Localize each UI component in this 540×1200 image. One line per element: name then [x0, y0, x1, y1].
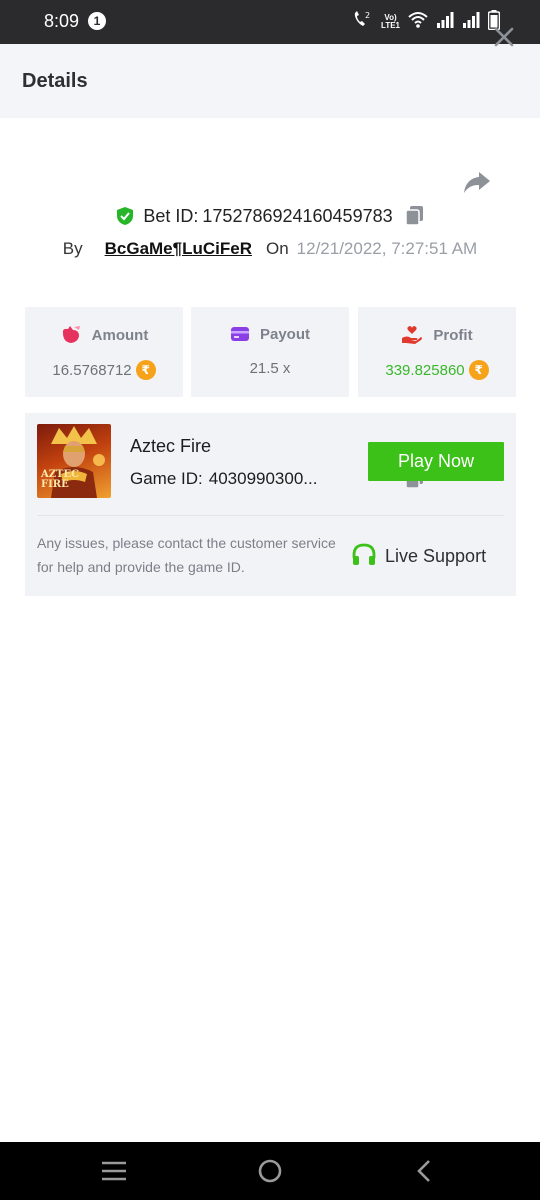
amount-label: Amount: [91, 326, 149, 344]
game-thumbnail-label: AZTEC FIRE: [41, 469, 80, 490]
on-label: On: [265, 239, 289, 258]
status-icons: 2 Vo) LTE1: [351, 9, 501, 35]
rupee-coin-icon: ₹: [468, 360, 489, 380]
profit-value: 339.825860: [385, 361, 465, 379]
username-link[interactable]: BcGaMe¶LuCiFeR: [105, 239, 252, 259]
signal-icon: [462, 11, 480, 33]
bet-id-label: Bet ID:: [143, 205, 199, 226]
page-title: Details: [22, 70, 88, 92]
rupee-coin-icon: ₹: [135, 360, 156, 380]
profit-card: Profit 339.825860 ₹: [358, 307, 516, 397]
system-nav-bar: [0, 1142, 540, 1200]
payout-card: Payout 21.5 x: [191, 307, 349, 397]
game-name: Aztec Fire: [130, 436, 212, 456]
amount-value: 16.5768712: [52, 361, 132, 379]
wifi-icon: [408, 11, 428, 34]
money-bag-icon: [62, 326, 80, 343]
live-support-button[interactable]: Live Support: [351, 539, 486, 573]
bet-date: 12/21/2022, 7:27:51 AM: [296, 239, 478, 258]
bet-id-row: Bet ID: 1752786924160459783: [0, 205, 540, 227]
copy-bet-id-button[interactable]: [404, 205, 425, 227]
home-circle-icon[interactable]: [257, 1158, 283, 1189]
share-button[interactable]: [462, 167, 492, 197]
bet-owner-row: By BcGaMe¶LuCiFeR On 12/21/2022, 7:27:51…: [0, 239, 540, 259]
payout-value: 21.5 x: [249, 360, 291, 377]
wifi-calling-icon: 2: [351, 10, 373, 35]
menu-icon[interactable]: [100, 1159, 128, 1188]
signal-icon: [436, 11, 454, 33]
by-label: By: [62, 239, 83, 258]
game-id-label: Game ID:: [130, 469, 203, 488]
volte-icon: Vo) LTE1: [381, 13, 400, 30]
back-icon[interactable]: [414, 1158, 434, 1189]
details-header: Details: [0, 44, 540, 118]
share-icon: [464, 172, 490, 193]
shield-check-icon: [117, 207, 134, 225]
bet-id-value: 1752786924160459783: [202, 205, 393, 226]
live-support-label: Live Support: [385, 545, 487, 566]
headset-icon: [352, 543, 376, 565]
game-card: AZTEC FIRE Aztec Fire Game ID: 403099030…: [25, 413, 516, 596]
status-bar: 8:09 1 2 Vo) LTE1: [0, 0, 540, 44]
close-icon: [494, 27, 514, 47]
profit-label: Profit: [433, 326, 473, 344]
card-icon: [230, 327, 249, 341]
game-thumbnail[interactable]: AZTEC FIRE: [37, 424, 111, 498]
notification-badge: 1: [88, 12, 106, 30]
payout-label: Payout: [259, 325, 310, 343]
svg-text:2: 2: [365, 11, 370, 20]
play-now-button[interactable]: Play Now: [368, 442, 504, 481]
hand-heart-icon: [402, 326, 423, 344]
close-button[interactable]: [490, 23, 518, 51]
amount-card: Amount 16.5768712 ₹: [25, 307, 183, 397]
status-time: 8:09: [44, 11, 80, 31]
help-text: Any issues, please contact the customer …: [37, 535, 336, 575]
copy-icon: [404, 206, 423, 226]
divider: [37, 515, 504, 516]
